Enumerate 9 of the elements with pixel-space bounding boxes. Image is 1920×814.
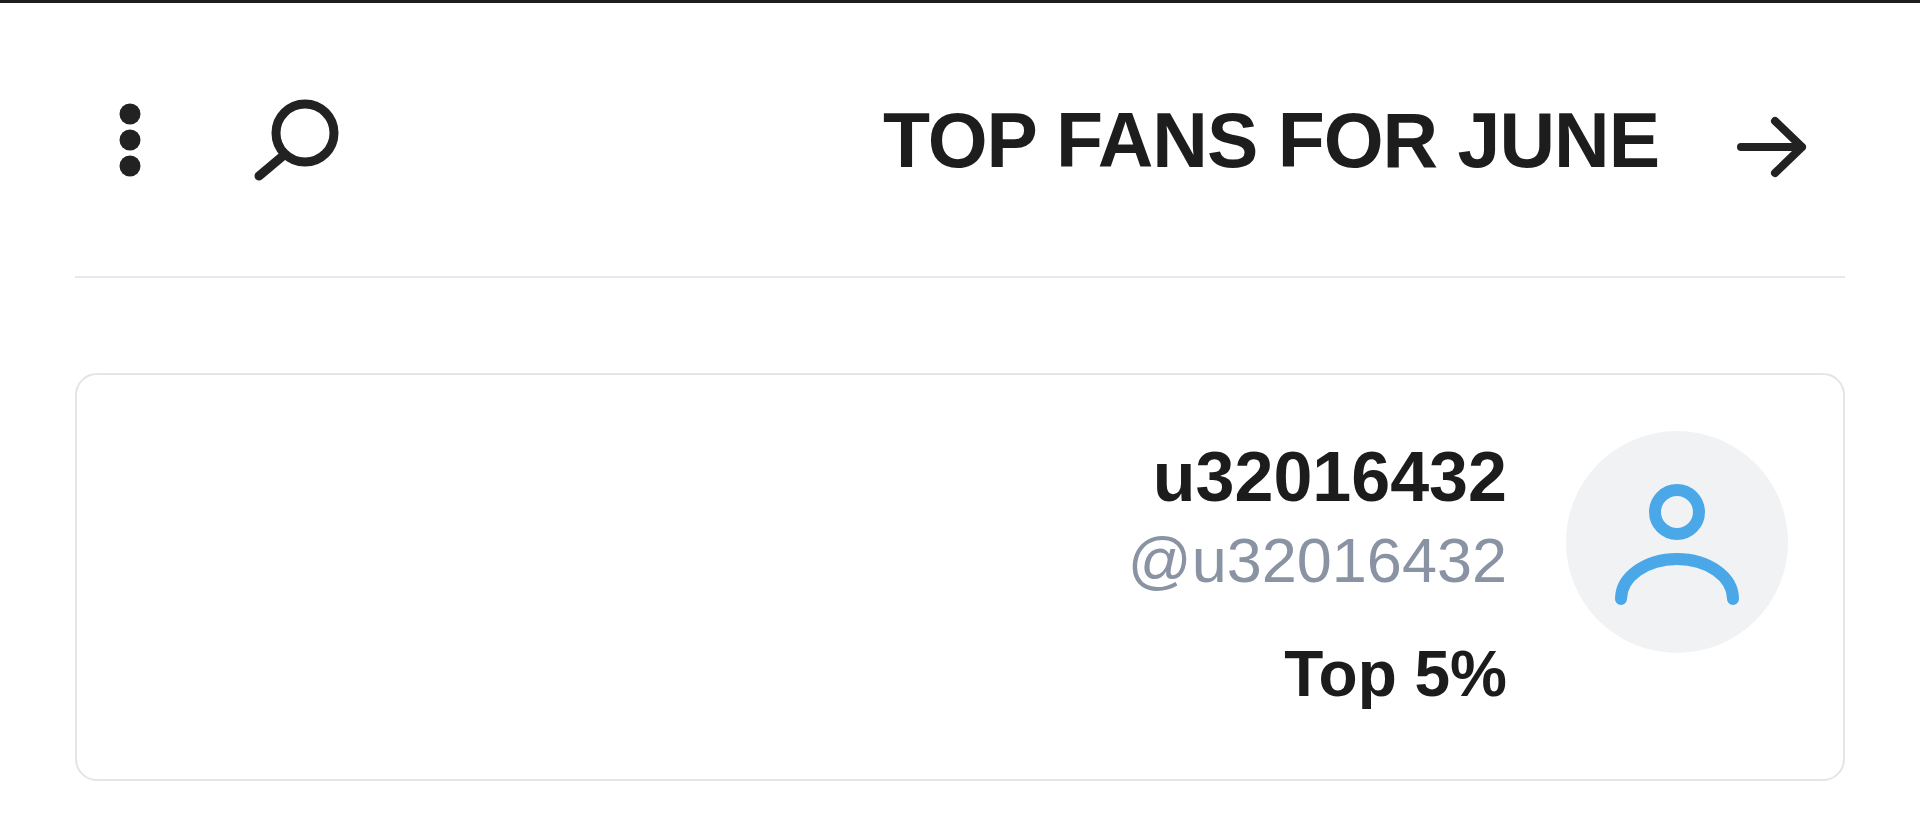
- arrow-right-icon[interactable]: [1736, 115, 1808, 178]
- avatar-icon: [1566, 431, 1788, 653]
- fan-card[interactable]: u32016432 @u32016432 Top 5%: [75, 373, 1845, 781]
- fan-rank: Top 5%: [1284, 637, 1507, 711]
- search-icon[interactable]: [253, 98, 339, 181]
- fan-name: u32016432: [1152, 437, 1507, 517]
- page-title: TOP FANS FOR JUNE: [883, 95, 1659, 185]
- more-options-icon[interactable]: [119, 102, 141, 177]
- fan-handle: @u32016432: [1127, 524, 1507, 596]
